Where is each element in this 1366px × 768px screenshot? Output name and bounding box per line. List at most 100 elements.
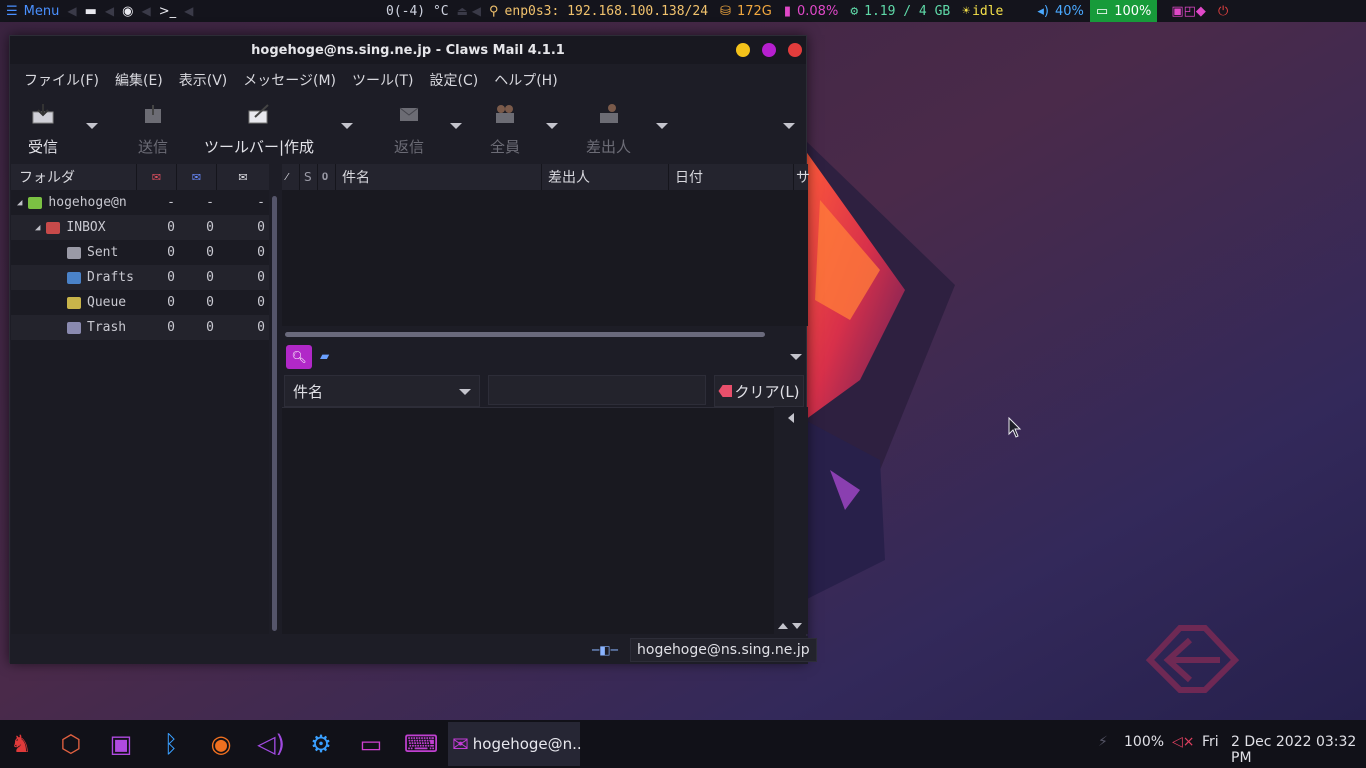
window-titlebar[interactable]: hogehoge@ns.sing.ne.jp - Claws Mail 4.1.… xyxy=(10,36,806,64)
subject-column-header[interactable]: 件名 xyxy=(336,164,542,190)
compose-dropdown[interactable] xyxy=(341,123,353,129)
reply-all-dropdown[interactable] xyxy=(546,123,558,129)
total-column-header[interactable]: ✉ xyxy=(217,164,269,190)
app-logo-launcher-icon[interactable]: ⬡ xyxy=(54,728,88,760)
total-count: 0 xyxy=(257,270,265,285)
memory-widget: ⚙ 1.19 / 4 GB xyxy=(844,0,956,22)
cpu-widget: ▮ 0.08% xyxy=(778,0,844,22)
separator: ◀ xyxy=(104,4,115,18)
total-count: 0 xyxy=(257,320,265,335)
new-count: 0 xyxy=(167,270,175,285)
menu-help[interactable]: ヘルプ(H) xyxy=(486,70,565,90)
keyboard-launcher-icon[interactable]: ⌨ xyxy=(404,728,439,760)
collapse-arrow-icon[interactable]: ◢ xyxy=(17,198,22,208)
minimize-button[interactable] xyxy=(736,43,750,57)
sent-icon xyxy=(67,246,81,259)
online-connection-icon[interactable]: ─◧─ xyxy=(592,643,618,657)
terminal-launcher-icon[interactable]: >_ xyxy=(153,0,182,22)
menu-settings[interactable]: 設定(C) xyxy=(422,70,487,90)
clock-label[interactable]: 2 Dec 2022 03:32 PM xyxy=(1231,734,1366,766)
search-field-value: 件名 xyxy=(293,382,324,401)
folder-row-queue[interactable]: Queue 0 0 0 xyxy=(11,290,269,315)
memory-icon: ⚙ xyxy=(850,3,859,19)
display-launcher-icon[interactable]: ▭ xyxy=(354,728,388,760)
search-field-select[interactable]: 件名 xyxy=(284,375,480,407)
account-selector[interactable]: hogehoge@ns.sing.ne.jp xyxy=(630,638,817,662)
unread-count: 0 xyxy=(206,270,214,285)
power-icon[interactable]: ⏻ xyxy=(1212,0,1234,22)
mute-icon[interactable]: ◁× xyxy=(1172,734,1195,750)
clear-button[interactable]: クリア(L) xyxy=(714,375,804,407)
browser-launcher-icon[interactable]: ◉ xyxy=(116,0,139,22)
from-column-header[interactable]: 差出人 xyxy=(542,164,669,190)
folder-name: Drafts xyxy=(87,270,134,285)
network-icon: ⚲ xyxy=(489,3,499,19)
dragon-tool-launcher-icon[interactable]: ◉ xyxy=(204,728,238,760)
status-column-header[interactable]: S xyxy=(300,164,318,190)
menu-edit[interactable]: 編集(E) xyxy=(107,70,171,90)
image-viewer-launcher-icon[interactable]: ▣ xyxy=(104,728,138,760)
scroll-down-icon[interactable] xyxy=(792,623,802,629)
toolbar: 受信 送信 ツールバー|作成 返信 全員 差出人 xyxy=(10,96,806,162)
message-list-hscrollbar[interactable] xyxy=(285,332,765,337)
menu-message[interactable]: メッセージ(M) xyxy=(235,70,344,90)
unread-column-header[interactable]: ✉ xyxy=(177,164,217,190)
folder-row-inbox[interactable]: ◢ INBOX 0 0 0 xyxy=(11,215,269,240)
clear-icon xyxy=(718,385,733,397)
folder-column-header[interactable]: フォルダ xyxy=(11,164,137,190)
brightness-label[interactable]: 100% xyxy=(1124,734,1164,750)
collapse-arrow-icon[interactable]: ◢ xyxy=(35,223,40,233)
scroll-up-icon[interactable] xyxy=(778,623,788,629)
attachment-column-header[interactable]: 𝟎 xyxy=(318,164,336,190)
bluetooth-launcher-icon[interactable]: ᛒ xyxy=(154,728,188,760)
settings-launcher-icon[interactable]: ⚙ xyxy=(304,728,338,760)
date-column-header[interactable]: 日付 xyxy=(669,164,794,190)
folder-search-icon[interactable]: ▰ xyxy=(320,349,329,363)
size-column-header[interactable]: サ xyxy=(794,164,810,190)
maximize-button[interactable] xyxy=(762,43,776,57)
taskbar-window-claws-mail[interactable]: ✉ hogehoge@n.. xyxy=(448,722,582,766)
folder-row-drafts[interactable]: Drafts 0 0 0 xyxy=(11,265,269,290)
reply-sender-dropdown[interactable] xyxy=(656,123,668,129)
search-toggle-button[interactable]: 🔍︎ xyxy=(286,345,312,369)
claws-mail-window: hogehoge@ns.sing.ne.jp - Claws Mail 4.1.… xyxy=(9,35,817,664)
folder-name: Trash xyxy=(87,320,127,335)
drafts-icon xyxy=(67,271,81,284)
mark-column-header[interactable]: ⁄ xyxy=(282,164,300,190)
folder-row-sent[interactable]: Sent 0 0 0 xyxy=(11,240,269,265)
folder-launcher-icon[interactable]: ▬ xyxy=(79,0,103,22)
compose-button[interactable]: ツールバー|作成 xyxy=(204,102,314,157)
volume-widget[interactable]: ◂) 40% xyxy=(1031,0,1090,22)
receive-button[interactable]: 受信 xyxy=(28,102,58,157)
new-count: 0 xyxy=(167,295,175,310)
reply-sender-button[interactable]: 差出人 xyxy=(586,102,631,157)
new-mail-column-header[interactable]: ✉ xyxy=(137,164,177,190)
inbox-icon xyxy=(46,221,61,234)
send-button[interactable]: 送信 xyxy=(138,102,168,157)
search-input[interactable] xyxy=(488,375,727,405)
folder-row-account[interactable]: ◢ hogehoge@n - - - xyxy=(11,190,269,215)
tray-icons[interactable]: ▣◰◆ xyxy=(1165,0,1212,22)
folder-pane-scrollbar[interactable] xyxy=(272,196,277,631)
audio-launcher-icon[interactable]: ◁) xyxy=(254,728,288,760)
search-icon: 🔍︎ xyxy=(291,350,307,364)
separator: ◀ xyxy=(67,4,77,18)
network-widget[interactable]: ⚲ enp0s3: 192.168.100.138/24 xyxy=(483,0,714,22)
search-options-dropdown[interactable] xyxy=(790,354,802,360)
separator: ◀ xyxy=(141,4,151,18)
close-button[interactable] xyxy=(788,43,802,57)
toolbar-overflow-dropdown[interactable] xyxy=(783,123,795,129)
total-count: - xyxy=(257,195,265,210)
reply-all-button[interactable]: 全員 xyxy=(490,102,520,157)
reply-dropdown[interactable] xyxy=(450,123,462,129)
reply-button[interactable]: 返信 xyxy=(394,102,424,157)
folder-row-trash[interactable]: Trash 0 0 0 xyxy=(11,315,269,340)
receive-dropdown[interactable] xyxy=(86,123,98,129)
menu-tools[interactable]: ツール(T) xyxy=(344,70,421,90)
send-icon xyxy=(140,102,166,126)
app-menu-button[interactable]: ☰ Menu xyxy=(0,0,65,22)
menu-file[interactable]: ファイル(F) xyxy=(16,70,107,90)
expand-left-icon[interactable] xyxy=(788,413,794,423)
menu-view[interactable]: 表示(V) xyxy=(171,70,236,90)
dragon-launcher-icon[interactable]: ♞ xyxy=(4,728,38,760)
